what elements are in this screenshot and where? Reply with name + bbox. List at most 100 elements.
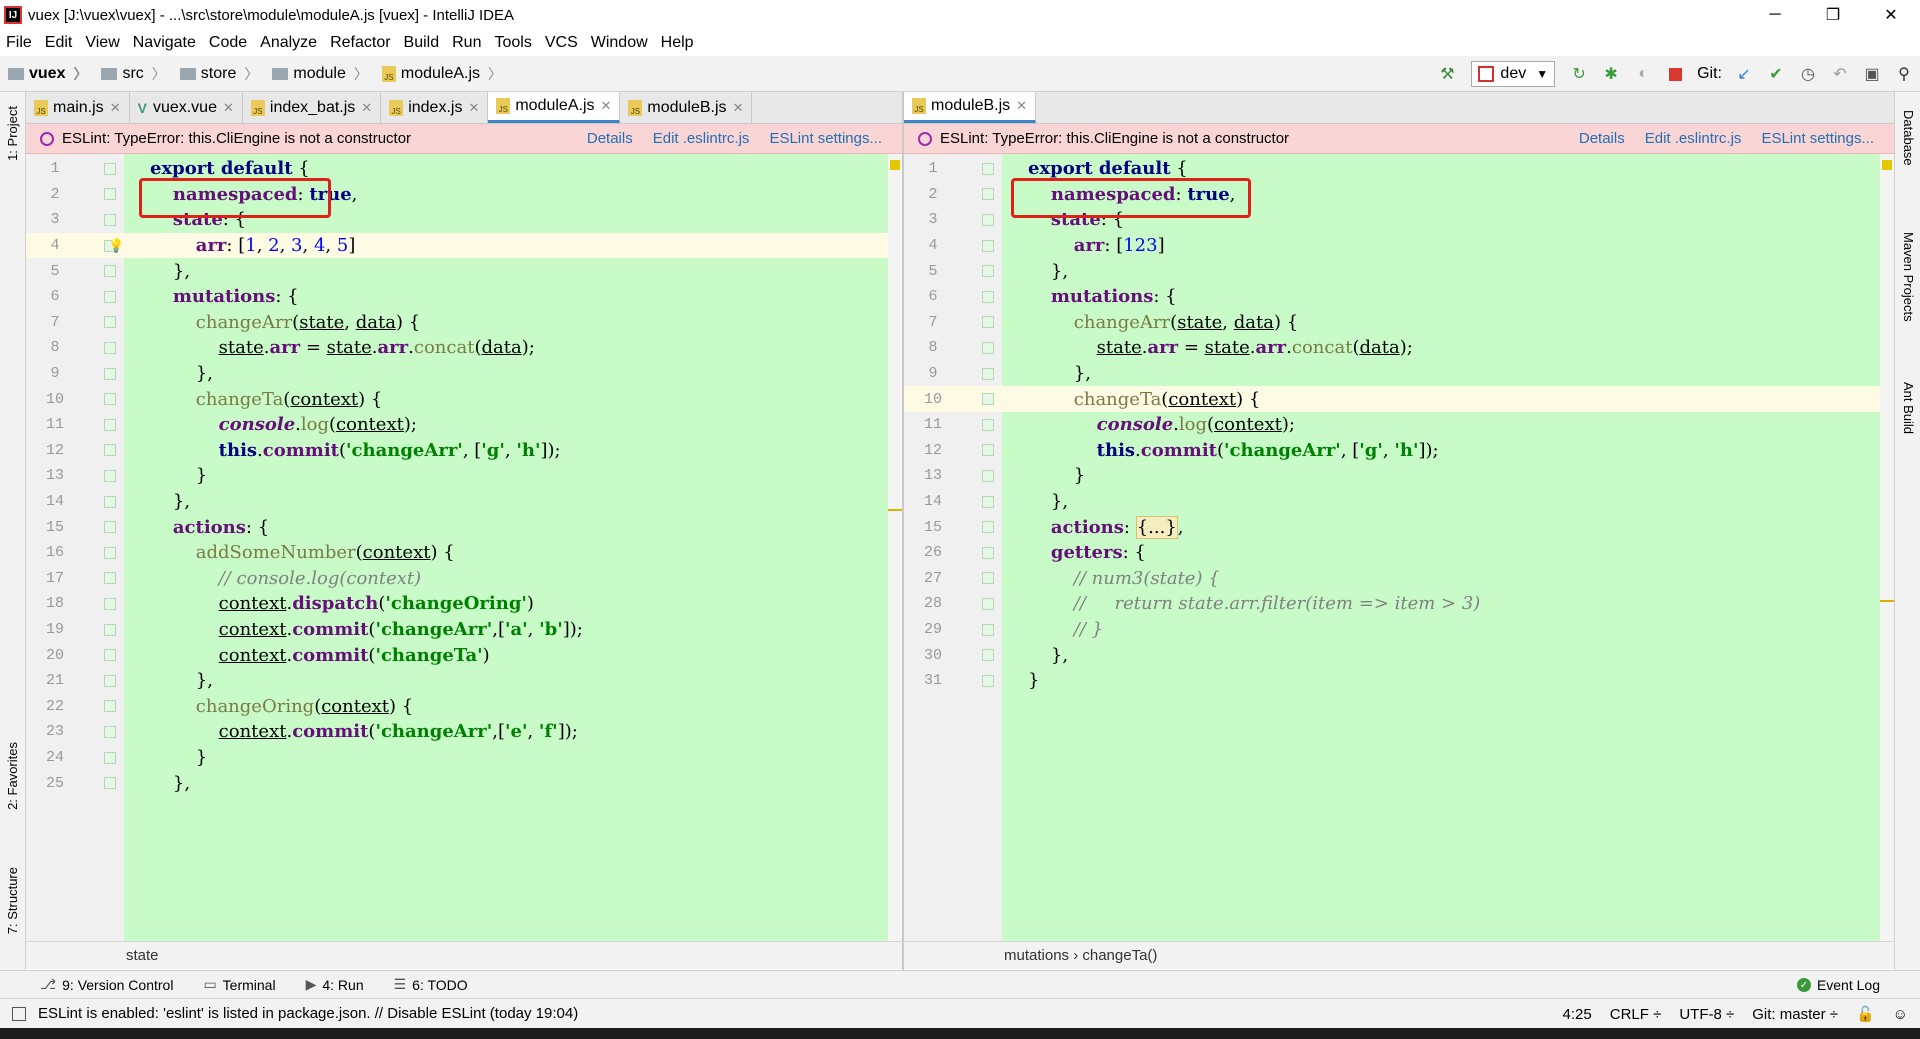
fold-marker-icon[interactable] (982, 213, 994, 226)
code-editor-left[interactable]: 1 export default {2 namespaced: true, 3 st… (26, 154, 902, 941)
fold-marker-icon[interactable] (982, 162, 994, 175)
edit-eslintrc-link[interactable]: Edit .eslintrc.js (653, 130, 750, 147)
search-icon[interactable]: ⚲ (1891, 61, 1917, 87)
code-line[interactable]: 22 changeOring(context) { (26, 694, 902, 720)
code-line[interactable]: 14 }, (904, 489, 1894, 515)
code-breadcrumb-right[interactable]: mutations › changeTa() (904, 941, 1894, 969)
fold-marker-icon[interactable] (982, 623, 994, 636)
fold-marker-icon[interactable] (104, 700, 116, 713)
fold-marker-icon[interactable] (104, 418, 116, 431)
git-revert-icon[interactable]: ↶ (1827, 61, 1853, 87)
close-tab-icon[interactable]: ✕ (223, 100, 234, 116)
tool-window-favorites[interactable]: 2: Favorites (5, 742, 20, 810)
fold-marker-icon[interactable] (982, 316, 994, 329)
fold-marker-icon[interactable] (104, 444, 116, 457)
code-line[interactable]: 15 actions: { (26, 514, 902, 540)
tool-windows-toggle-icon[interactable] (12, 1006, 26, 1021)
minimize-button[interactable]: ─ (1746, 0, 1804, 30)
code-line[interactable]: 8 state.arr = state.arr.concat(data); (904, 335, 1894, 361)
file-encoding[interactable]: UTF-8 ÷ (1679, 1006, 1734, 1023)
fold-marker-icon[interactable] (982, 444, 994, 457)
fold-marker-icon[interactable] (104, 162, 116, 175)
menu-vcs[interactable]: VCS (545, 34, 578, 52)
editor-tab[interactable]: JS index_bat.js ✕ (242, 92, 382, 123)
close-tab-icon[interactable]: ✕ (733, 100, 744, 116)
code-line[interactable]: 5 }, (26, 258, 902, 284)
fold-marker-icon[interactable] (104, 265, 116, 278)
fold-marker-icon[interactable] (104, 367, 116, 380)
code-line[interactable]: 29 // } (904, 617, 1894, 643)
menu-edit[interactable]: Edit (45, 34, 73, 52)
code-line[interactable]: 13 } (26, 463, 902, 489)
tool-window-maven[interactable]: Maven Projects (1901, 232, 1916, 322)
tool-window-project[interactable]: 1: Project (5, 106, 20, 161)
fold-marker-icon[interactable] (982, 393, 994, 406)
close-button[interactable]: ✕ (1862, 0, 1920, 30)
fold-marker-icon[interactable] (982, 495, 994, 508)
code-line[interactable]: 18 context.dispatch('changeOring') (26, 591, 902, 617)
fold-marker-icon[interactable] (104, 521, 116, 534)
code-line[interactable]: 17 // console.log(context) (26, 566, 902, 592)
git-branch[interactable]: Git: master ÷ (1752, 1006, 1838, 1023)
code-line[interactable]: 19 context.commit('changeArr',['a', 'b']… (26, 617, 902, 643)
code-line[interactable]: 14 }, (26, 489, 902, 515)
build-hammer-icon[interactable]: ⚒ (1434, 61, 1460, 87)
breadcrumb-item[interactable]: src 〉 (93, 64, 171, 84)
tool-window-button[interactable]: ▭ Terminal (203, 976, 275, 993)
breadcrumb-item[interactable]: vuex 〉 (0, 64, 93, 84)
fold-marker-icon[interactable] (104, 213, 116, 226)
fold-marker-icon[interactable] (104, 393, 116, 406)
line-separator[interactable]: CRLF ÷ (1610, 1006, 1662, 1023)
fold-marker-icon[interactable] (104, 469, 116, 482)
stop-icon[interactable] (1662, 61, 1688, 87)
project-structure-icon[interactable]: ▣ (1859, 61, 1885, 87)
details-link[interactable]: Details (1579, 130, 1625, 147)
fold-marker-icon[interactable] (982, 239, 994, 252)
code-line[interactable]: 15 actions: {...}, (904, 514, 1894, 540)
code-breadcrumb-left[interactable]: state (26, 941, 902, 969)
fold-marker-icon[interactable] (104, 290, 116, 303)
fold-marker-icon[interactable] (982, 367, 994, 380)
fold-marker-icon[interactable] (104, 316, 116, 329)
fold-marker-icon[interactable] (104, 674, 116, 687)
menu-help[interactable]: Help (661, 34, 694, 52)
fold-marker-icon[interactable] (104, 188, 116, 201)
vertical-scrollbar[interactable] (888, 154, 902, 941)
tool-window-ant-build[interactable]: Ant Build (1901, 382, 1916, 434)
code-line[interactable]: 24 } (26, 745, 902, 771)
restore-button[interactable]: ❐ (1804, 0, 1862, 30)
details-link[interactable]: Details (587, 130, 633, 147)
menu-refactor[interactable]: Refactor (330, 34, 390, 52)
menu-analyze[interactable]: Analyze (260, 34, 317, 52)
code-line[interactable]: 12 this.commit('changeArr', ['g', 'h']); (26, 438, 902, 464)
code-line[interactable]: 12 this.commit('changeArr', ['g', 'h']); (904, 438, 1894, 464)
fold-marker-icon[interactable] (104, 572, 116, 585)
breadcrumb-item[interactable]: JS moduleA.js 〉 (374, 64, 508, 84)
fold-marker-icon[interactable] (104, 546, 116, 559)
tool-window-button[interactable]: ☰ 6: TODO (394, 976, 468, 993)
fold-marker-icon[interactable] (104, 597, 116, 610)
code-line[interactable]: 31} (904, 668, 1894, 694)
editor-tab[interactable]: Vvuex.vue ✕ (129, 92, 243, 123)
tool-window-structure[interactable]: 7: Structure (5, 867, 20, 934)
inspector-icon[interactable]: ☺ (1893, 1006, 1908, 1023)
menu-run[interactable]: Run (452, 34, 481, 52)
editor-tab[interactable]: JS moduleB.js ✕ (620, 92, 753, 123)
code-line[interactable]: 7 changeArr(state, data) { (904, 310, 1894, 336)
fold-marker-icon[interactable] (104, 623, 116, 636)
debug-bug-icon[interactable]: ✱ (1598, 61, 1624, 87)
code-line[interactable]: 16 addSomeNumber(context) { (26, 540, 902, 566)
code-line[interactable]: 4 arr: [123] (904, 233, 1894, 259)
code-line[interactable]: 7 changeArr(state, data) { (26, 310, 902, 336)
tool-window-button[interactable]: ⎇ 9: Version Control (40, 976, 173, 993)
fold-marker-icon[interactable] (104, 341, 116, 354)
fold-marker-icon[interactable] (982, 265, 994, 278)
intention-bulb-icon[interactable]: 💡 (108, 238, 124, 254)
menu-file[interactable]: File (6, 34, 32, 52)
code-line[interactable]: 28 // return state.arr.filter(item => it… (904, 591, 1894, 617)
editor-tab[interactable]: JS moduleB.js ✕ (904, 92, 1037, 123)
fold-marker-icon[interactable] (982, 188, 994, 201)
fold-marker-icon[interactable] (104, 751, 116, 764)
code-line[interactable]: 30 }, (904, 642, 1894, 668)
event-log-button[interactable]: ✓ Event Log (1796, 971, 1880, 999)
